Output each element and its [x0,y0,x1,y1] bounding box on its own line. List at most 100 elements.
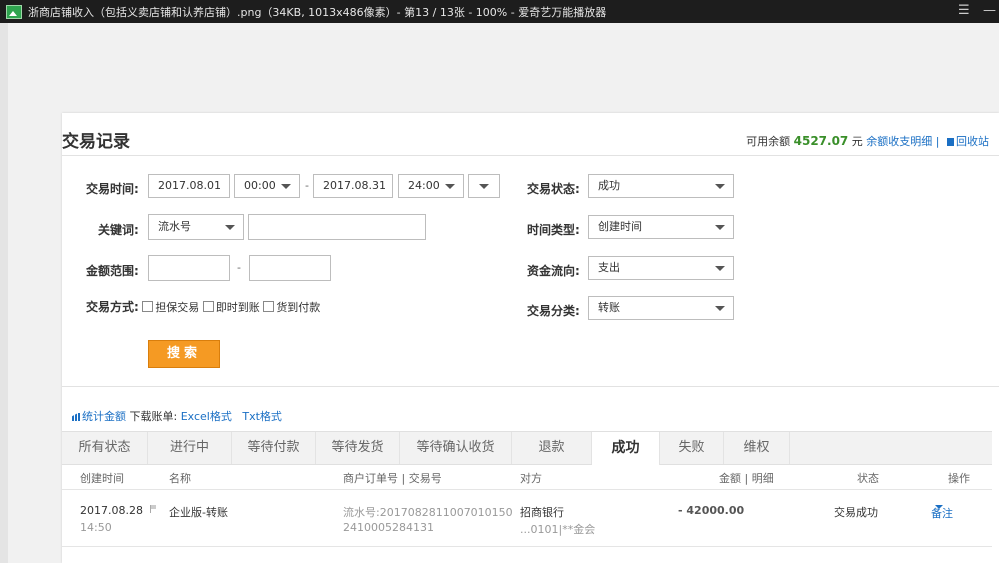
date-range-dash: - [305,179,309,192]
time-type-value: 创建时间 [598,220,642,233]
bar-chart-icon [72,413,80,421]
tab-dispute[interactable]: 维权 [724,432,790,464]
category-value: 转账 [598,301,620,314]
time-type-select[interactable]: 创建时间 [588,215,734,239]
header-action: 操作 [948,472,970,485]
page-title: 交易记录 [62,132,130,152]
amount-min-input[interactable] [148,255,230,281]
end-date-input[interactable]: 2017.08.31 [313,174,393,198]
flow-value: 支出 [598,261,620,274]
tab-all[interactable]: 所有状态 [62,432,148,464]
header-party: 对方 [520,472,542,485]
cod-checkbox[interactable] [263,301,275,312]
method-label: 交易方式: [86,300,139,314]
status-label: 交易状态: [527,182,580,196]
status-tabs: 所有状态 进行中 等待付款 等待发货 等待确认收货 退款 成功 失败 维权 [62,431,992,465]
recycle-bin-link[interactable]: 回收站 [956,135,989,148]
filter-divider [62,386,999,387]
download-label: 下载账单: [129,410,178,423]
chevron-down-icon [715,266,725,271]
tab-success[interactable]: 成功 [592,432,660,465]
escrow-checkbox[interactable] [142,301,154,312]
chevron-down-icon [281,184,291,189]
row-amount: - 42000.00 [678,504,745,517]
time-type-label: 时间类型: [527,223,580,237]
stats-amount-link[interactable]: 统计金额 [82,410,126,423]
chevron-down-icon [935,505,943,509]
row-date: 2017.08.28 [80,504,143,517]
header-created: 创建时间 [80,472,124,485]
balance-amount: 4527.07 [793,134,849,148]
cod-label: 货到付款 [276,301,321,314]
row-time: 14:50 [80,521,112,534]
chevron-down-icon [479,184,489,189]
row-serial-line1: 流水号:2017082811007010150 [343,506,513,519]
link-separator: | [935,135,940,148]
image-app-icon [6,4,22,19]
keyword-input[interactable] [248,214,426,240]
search-button[interactable]: 搜索 [148,340,220,368]
header-amount: 金额 | 明细 [719,472,774,485]
category-select[interactable]: 转账 [588,296,734,320]
tab-in-progress[interactable]: 进行中 [148,432,232,464]
time-label: 交易时间: [86,182,139,196]
table-row: 2017.08.28 14:50 企业版-转账 流水号:201708281100… [62,490,992,547]
header-status: 状态 [857,472,879,485]
tab-await-payment[interactable]: 等待付款 [232,432,316,464]
keyword-type-value: 流水号 [158,220,191,233]
instant-checkbox[interactable] [202,301,214,312]
status-select[interactable]: 成功 [588,174,734,198]
end-time-select[interactable]: 24:00 [398,174,464,198]
chevron-down-icon [225,225,235,230]
start-time-value: 00:00 [244,179,276,192]
chevron-down-icon [445,184,455,189]
table-header: 创建时间 名称 商户订单号 | 交易号 对方 金额 | 明细 状态 操作 [62,464,992,490]
flag-icon-shape [150,505,157,513]
balance-label: 可用余额 [746,135,791,148]
row-party-account: ...0101|**金会 [520,523,596,536]
category-label: 交易分类: [527,304,580,318]
status-value: 成功 [598,179,620,192]
time-range-dropdown[interactable] [468,174,500,198]
row-serial-line2: 2410005284131 [343,521,434,534]
end-time-value: 24:00 [408,179,440,192]
txt-download-link[interactable]: Txt格式 [242,410,282,423]
stats-bar: 统计金额 下载账单: Excel格式 Txt格式 [72,408,282,424]
row-party-name: 招商银行 [520,506,564,519]
escrow-label: 担保交易 [155,301,200,314]
menu-icon[interactable]: ☰ [958,3,970,18]
row-name: 企业版-转账 [169,506,228,519]
balance-area: 可用余额 4527.07 元 余额收支明细 | 回收站 [746,133,989,149]
balance-detail-link[interactable]: 余额收支明细 [866,135,932,148]
method-options: 交易方式: 担保交易 即时到账 货到付款 [86,298,320,315]
header-divider [62,155,999,156]
instant-label: 即时到账 [215,301,260,314]
tab-failed[interactable]: 失败 [660,432,724,464]
start-time-select[interactable]: 00:00 [234,174,300,198]
keyword-label: 关键词: [98,223,139,237]
amount-max-input[interactable] [249,255,331,281]
tab-await-confirm[interactable]: 等待确认收货 [400,432,512,464]
tab-refund[interactable]: 退款 [512,432,592,464]
keyword-type-select[interactable]: 流水号 [148,214,244,240]
start-date-input[interactable]: 2017.08.01 [148,174,230,198]
chevron-down-icon [715,184,725,189]
window-title: 浙商店铺收入（包括义卖店铺和认养店铺）.png（34KB, 1013x486像素… [28,5,607,19]
balance-unit: 元 [851,135,863,148]
trash-icon [947,138,954,146]
flow-select[interactable]: 支出 [588,256,734,280]
excel-download-link[interactable]: Excel格式 [181,410,232,423]
tab-await-shipment[interactable]: 等待发货 [316,432,400,464]
viewer-left-edge [0,23,8,563]
row-status: 交易成功 [834,506,878,519]
amount-range-dash: - [237,261,241,274]
transaction-records-page: 交易记录 可用余额 4527.07 元 余额收支明细 | 回收站 交易时间: 2… [62,113,999,563]
chevron-down-icon [715,225,725,230]
minimize-button[interactable]: — [983,3,996,18]
window-titlebar: 浙商店铺收入（包括义卖店铺和认养店铺）.png（34KB, 1013x486像素… [0,0,999,23]
amount-label: 金额范围: [86,264,139,278]
header-name: 名称 [169,472,191,485]
chevron-down-icon [715,306,725,311]
header-order: 商户订单号 | 交易号 [343,472,442,485]
flow-label: 资金流向: [527,264,580,278]
